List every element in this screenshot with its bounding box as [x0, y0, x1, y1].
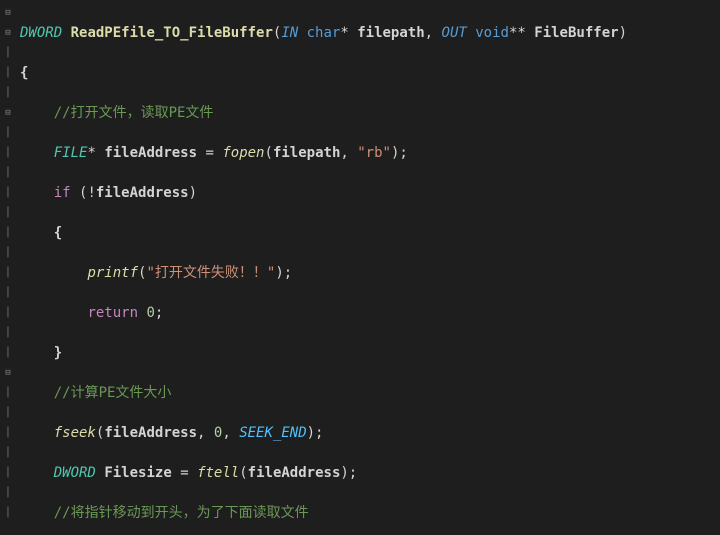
- code-line[interactable]: //打开文件，读取PE文件: [20, 103, 720, 123]
- fold-bar: │: [0, 463, 16, 483]
- code-line[interactable]: DWORD Filesize = ftell(fileAddress);: [20, 463, 720, 483]
- fold-bar: │: [0, 43, 16, 63]
- fold-bar: │: [0, 423, 16, 443]
- fold-icon[interactable]: ⊟: [0, 23, 16, 43]
- code-line[interactable]: //将指针移动到开头，为了下面读取文件: [20, 503, 720, 523]
- fold-bar: │: [0, 263, 16, 283]
- code-line[interactable]: return 0;: [20, 303, 720, 323]
- code-line[interactable]: }: [20, 343, 720, 363]
- fold-bar: │: [0, 223, 16, 243]
- fold-bar: │: [0, 403, 16, 423]
- fold-bar: │: [0, 183, 16, 203]
- fold-bar: │: [0, 503, 16, 523]
- fold-bar: │: [0, 303, 16, 323]
- fold-icon[interactable]: ⊟: [0, 363, 16, 383]
- code-line[interactable]: if (!fileAddress): [20, 183, 720, 203]
- fold-bar: │: [0, 343, 16, 363]
- code-editor[interactable]: ⊟ ⊟ │ │ │ ⊟ │ │ │ │ │ │ │ │ │ │ │ │ ⊟ │ …: [0, 0, 720, 535]
- code-area[interactable]: DWORD ReadPEfile_TO_FileBuffer(IN char* …: [16, 0, 720, 535]
- code-line[interactable]: FILE* fileAddress = fopen(filepath, "rb"…: [20, 143, 720, 163]
- fold-bar: │: [0, 143, 16, 163]
- fold-bar: │: [0, 63, 16, 83]
- fold-gutter: ⊟ ⊟ │ │ │ ⊟ │ │ │ │ │ │ │ │ │ │ │ │ ⊟ │ …: [0, 0, 16, 535]
- code-line[interactable]: //计算PE文件大小: [20, 383, 720, 403]
- code-line[interactable]: {: [20, 63, 720, 83]
- fold-bar: │: [0, 443, 16, 463]
- fold-bar: │: [0, 323, 16, 343]
- fold-icon[interactable]: ⊟: [0, 3, 16, 23]
- fold-bar: │: [0, 383, 16, 403]
- fold-bar: │: [0, 163, 16, 183]
- fold-bar: │: [0, 203, 16, 223]
- code-line[interactable]: printf("打开文件失败！！");: [20, 263, 720, 283]
- fold-icon[interactable]: ⊟: [0, 103, 16, 123]
- code-line[interactable]: DWORD ReadPEfile_TO_FileBuffer(IN char* …: [20, 23, 720, 43]
- fold-bar: │: [0, 123, 16, 143]
- fold-bar: │: [0, 283, 16, 303]
- code-line[interactable]: fseek(fileAddress, 0, SEEK_END);: [20, 423, 720, 443]
- fold-bar: │: [0, 243, 16, 263]
- code-line[interactable]: {: [20, 223, 720, 243]
- fold-bar: │: [0, 483, 16, 503]
- fold-bar: │: [0, 83, 16, 103]
